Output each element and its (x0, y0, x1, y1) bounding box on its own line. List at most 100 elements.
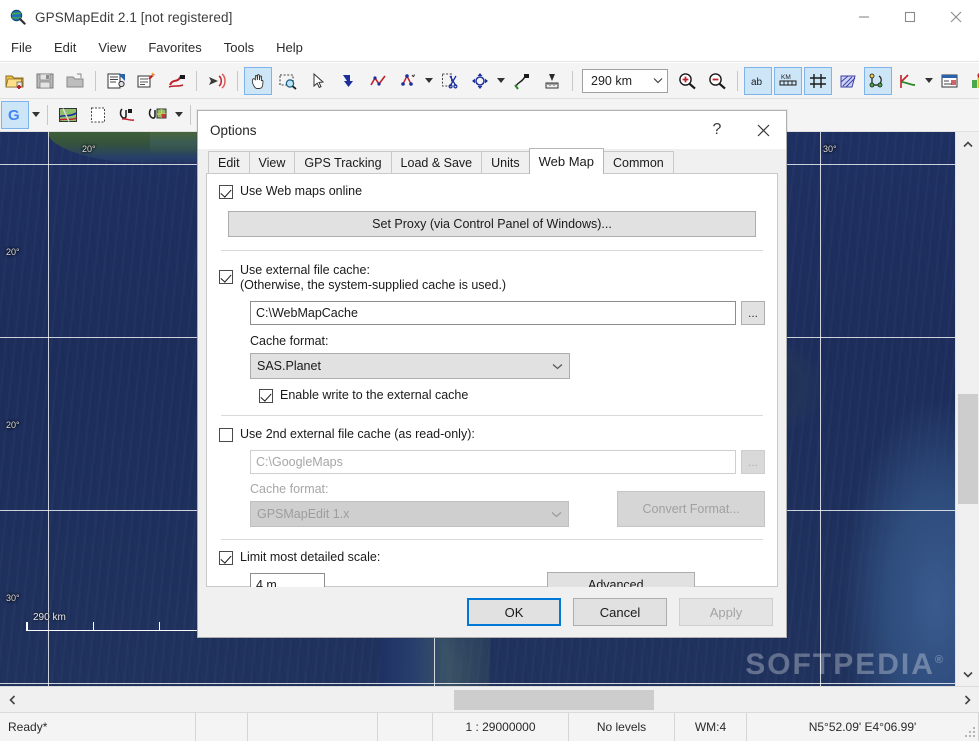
new-blank-map-icon[interactable] (84, 101, 112, 129)
tab-gps-tracking[interactable]: GPS Tracking (294, 151, 392, 173)
graticule-label: 20° (82, 144, 96, 154)
horizontal-scroll-thumb[interactable] (454, 689, 654, 710)
menu-bar: File Edit View Favorites Tools Help (0, 34, 979, 62)
browse-external-cache-button[interactable]: ... (741, 301, 765, 325)
zoom-in-icon[interactable] (673, 67, 701, 95)
second-cache-format-group: Cache format: GPSMapEdit 1.x (250, 482, 570, 527)
menu-view[interactable]: View (87, 37, 137, 58)
maximize-icon[interactable] (887, 0, 933, 34)
browse-second-cache-button[interactable]: ... (741, 450, 765, 474)
external-cache-path-input[interactable]: C:\WebMapCache (250, 301, 736, 325)
resize-grip[interactable] (963, 725, 977, 739)
second-cache-label: Use 2nd external file cache (as read-onl… (240, 427, 475, 441)
create-polyline-icon[interactable] (364, 67, 392, 95)
select-arrow-icon[interactable] (304, 67, 332, 95)
map-properties-icon[interactable] (102, 67, 130, 95)
scale-combo[interactable]: 290 km (582, 68, 668, 93)
set-proxy-button[interactable]: Set Proxy (via Control Panel of Windows)… (228, 211, 756, 237)
convert-format-button[interactable]: Convert Format... (617, 491, 765, 527)
send-to-gps-icon[interactable] (203, 67, 231, 95)
scroll-right-icon[interactable] (955, 687, 979, 713)
watermark-mark: ® (934, 654, 945, 666)
use-second-cache-checkbox[interactable]: Use 2nd external file cache (as read-onl… (219, 427, 765, 442)
scale-bar-track: 290 km (26, 612, 227, 631)
second-cache-format-select[interactable]: GPSMapEdit 1.x (250, 501, 570, 527)
menu-favorites[interactable]: Favorites (137, 37, 212, 58)
scroll-down-icon[interactable] (956, 662, 979, 686)
menu-tools[interactable]: Tools (213, 37, 265, 58)
external-cache-format-select[interactable]: SAS.Planet (250, 353, 570, 379)
zoom-out-icon[interactable] (703, 67, 731, 95)
route-properties-icon[interactable] (162, 67, 190, 95)
menu-file[interactable]: File (0, 37, 43, 58)
chevron-down-icon[interactable] (923, 67, 935, 95)
chevron-down-icon[interactable] (423, 67, 435, 95)
show-labels-icon[interactable]: ab (744, 66, 772, 95)
vertical-scroll-thumb[interactable] (958, 394, 978, 504)
save-file-icon[interactable] (31, 67, 59, 95)
create-point-icon[interactable] (394, 67, 422, 95)
show-nodes-icon[interactable] (864, 66, 892, 95)
attach-map-icon[interactable] (144, 101, 172, 129)
pan-hand-icon[interactable] (244, 66, 272, 95)
zoom-select-icon[interactable] (274, 67, 302, 95)
second-cache-path-input[interactable]: C:\GoogleMaps (250, 450, 736, 474)
close-icon[interactable] (933, 0, 979, 34)
tab-units[interactable]: Units (481, 151, 530, 173)
scroll-left-icon[interactable] (0, 687, 24, 713)
tab-web-map[interactable]: Web Map (528, 148, 605, 174)
attach-route-icon[interactable] (114, 101, 142, 129)
map-wizard-icon[interactable] (132, 67, 160, 95)
chevron-down-icon[interactable] (30, 101, 42, 129)
external-cache-format-value: SAS.Planet (257, 359, 321, 373)
measure-icon[interactable] (538, 67, 566, 95)
cancel-button[interactable]: Cancel (573, 598, 667, 626)
scroll-up-icon[interactable] (956, 132, 979, 156)
globe-magnifier-icon (10, 9, 26, 25)
google-web-map-icon[interactable]: G (1, 101, 29, 129)
split-object-icon[interactable] (436, 67, 464, 95)
tab-load-and-save[interactable]: Load & Save (390, 151, 483, 173)
enable-write-label: Enable write to the external cache (280, 388, 469, 402)
horizontal-scroll-track[interactable] (24, 687, 955, 713)
show-poi-icon[interactable] (966, 67, 979, 95)
tab-edit[interactable]: Edit (208, 151, 250, 173)
object-list-icon[interactable] (936, 67, 964, 95)
use-web-maps-checkbox[interactable]: Use Web maps online (219, 184, 765, 199)
map-scale-bar: 290 km (26, 612, 227, 631)
tab-common[interactable]: Common (603, 151, 674, 173)
show-direction-icon[interactable] (894, 67, 922, 95)
minimize-icon[interactable] (841, 0, 887, 34)
vertical-scrollbar[interactable] (955, 132, 979, 686)
menu-edit[interactable]: Edit (43, 37, 87, 58)
checkbox-box (259, 389, 273, 403)
save-as-icon[interactable] (61, 67, 89, 95)
show-hatching-icon[interactable] (834, 67, 862, 95)
close-icon[interactable] (740, 111, 786, 149)
chevron-down-icon[interactable] (173, 101, 185, 129)
use-web-maps-label: Use Web maps online (240, 184, 363, 198)
horizontal-scrollbar[interactable] (0, 686, 979, 712)
move-object-icon[interactable] (466, 67, 494, 95)
show-scalebar-icon[interactable]: KM (774, 66, 802, 95)
graticule-label: 20° (6, 420, 20, 430)
load-map-image-icon[interactable] (54, 101, 82, 129)
chevron-down-icon[interactable] (495, 67, 507, 95)
ok-button[interactable]: OK (467, 598, 561, 626)
use-external-cache-checkbox[interactable]: Use external file cache: (Otherwise, the… (219, 263, 765, 293)
dialog-footer: OK Cancel Apply (198, 587, 786, 637)
limit-scale-checkbox[interactable]: Limit most detailed scale: (219, 550, 765, 565)
add-node-icon[interactable] (508, 67, 536, 95)
help-icon[interactable]: ? (694, 111, 740, 149)
dialog-body: Edit View GPS Tracking Load & Save Units… (198, 148, 786, 637)
show-grid-icon[interactable] (804, 66, 832, 95)
chevron-down-icon[interactable] (649, 77, 667, 84)
second-cache-format-value: GPSMapEdit 1.x (257, 507, 350, 521)
menu-help[interactable]: Help (265, 37, 314, 58)
enable-write-checkbox[interactable]: Enable write to the external cache (259, 388, 765, 403)
tab-view[interactable]: View (248, 151, 296, 173)
apply-button[interactable]: Apply (679, 598, 773, 626)
create-polygon-icon[interactable] (334, 67, 362, 95)
open-file-icon[interactable] (1, 67, 29, 95)
window-controls (841, 0, 979, 34)
